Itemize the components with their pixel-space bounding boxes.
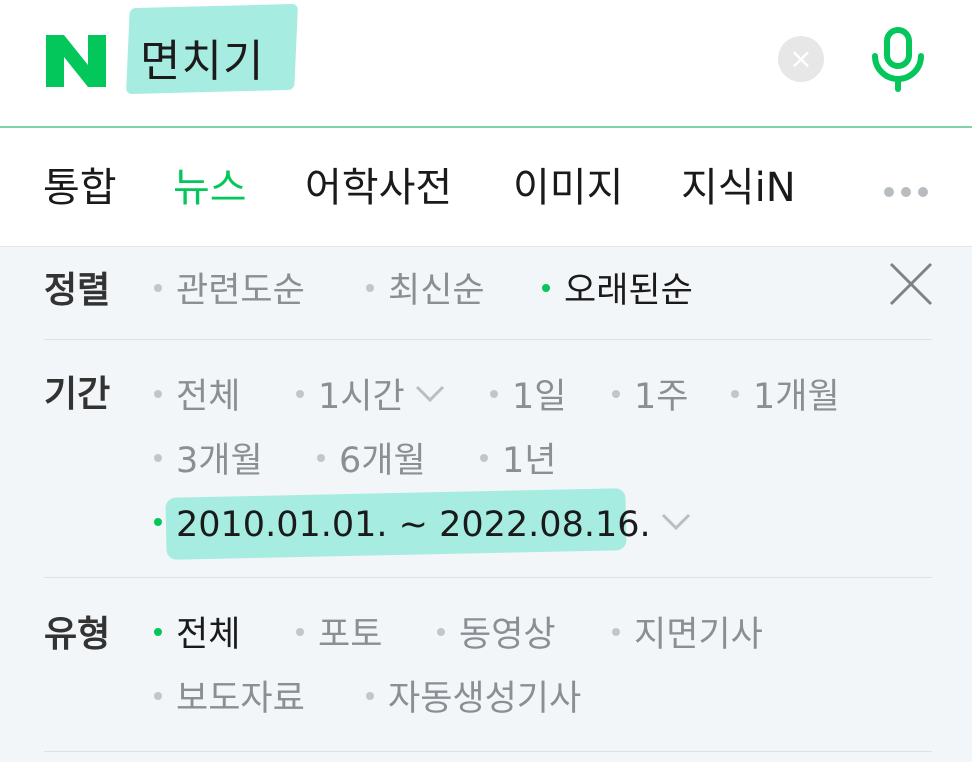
- sort-label: 정렬: [44, 270, 111, 311]
- bullet-icon: [490, 390, 498, 398]
- type-option-all[interactable]: 전체: [154, 613, 240, 657]
- period-option-1week[interactable]: 1주: [612, 375, 688, 419]
- bullet-icon: [154, 390, 162, 398]
- search-header: 면치기 ×: [0, 0, 972, 127]
- clear-search-button[interactable]: ×: [778, 36, 824, 82]
- naver-logo[interactable]: [46, 35, 106, 87]
- bullet-icon: [366, 692, 374, 700]
- bullet-icon: [437, 628, 445, 636]
- bullet-icon: [366, 284, 374, 292]
- period-option-1day[interactable]: 1일: [490, 375, 566, 419]
- bullet-icon: [296, 628, 304, 636]
- bullet-icon: [154, 284, 162, 292]
- tab-images[interactable]: 이미지: [513, 164, 623, 212]
- period-option-3months[interactable]: 3개월: [154, 439, 263, 483]
- selected-bullet-icon: [542, 284, 550, 292]
- type-option-print[interactable]: 지면기사: [612, 613, 763, 657]
- period-custom-range[interactable]: 2010.01.01. ~ 2022.08.16.: [154, 503, 691, 547]
- chevron-down-icon: [415, 385, 444, 403]
- bullet-icon: [612, 628, 620, 636]
- bullet-icon: [731, 390, 739, 398]
- type-option-auto-generated[interactable]: 자동생성기사: [366, 677, 581, 721]
- period-label: 기간: [44, 374, 111, 415]
- bullet-icon: [154, 692, 162, 700]
- search-input[interactable]: 면치기: [140, 34, 264, 90]
- sort-option-oldest[interactable]: 오래된순: [542, 269, 693, 313]
- bullet-icon: [480, 454, 488, 462]
- type-label: 유형: [44, 614, 111, 655]
- sort-option-latest[interactable]: 최신순: [366, 269, 485, 313]
- bullet-icon: [612, 390, 620, 398]
- period-option-all[interactable]: 전체: [154, 375, 240, 419]
- type-option-photo[interactable]: 포토: [296, 613, 382, 657]
- type-option-press-release[interactable]: 보도자료: [154, 677, 305, 721]
- close-filter-icon[interactable]: [888, 261, 934, 307]
- period-option-1hour[interactable]: 1시간: [296, 375, 445, 419]
- filter-divider: [44, 751, 932, 752]
- bullet-icon: [154, 454, 162, 462]
- sort-option-relevance[interactable]: 관련도순: [154, 269, 305, 313]
- tab-news[interactable]: 뉴스: [173, 164, 247, 212]
- tab-kin[interactable]: 지식iN: [681, 164, 796, 212]
- period-option-1month[interactable]: 1개월: [731, 375, 840, 419]
- filter-divider: [44, 577, 932, 578]
- filter-divider: [44, 339, 932, 340]
- selected-bullet-icon: [154, 628, 162, 636]
- selected-bullet-icon: [154, 518, 162, 526]
- bullet-icon: [317, 454, 325, 462]
- tab-dictionary[interactable]: 어학사전: [305, 164, 452, 212]
- close-icon: ×: [789, 42, 813, 75]
- period-option-6months[interactable]: 6개월: [317, 439, 426, 483]
- tab-bar: 통합 뉴스 어학사전 이미지 지식iN: [0, 128, 972, 247]
- chevron-down-icon: [661, 513, 690, 531]
- microphone-icon[interactable]: [868, 26, 928, 92]
- type-option-video[interactable]: 동영상: [437, 613, 556, 657]
- period-option-1year[interactable]: 1년: [480, 439, 556, 483]
- bullet-icon: [296, 390, 304, 398]
- filter-panel: 정렬 관련도순 최신순 오래된순 기간 전체 1시간 1일 1주 1개월 3개월…: [0, 247, 972, 762]
- tab-all[interactable]: 통합: [43, 164, 117, 212]
- more-tabs-icon[interactable]: [884, 182, 935, 201]
